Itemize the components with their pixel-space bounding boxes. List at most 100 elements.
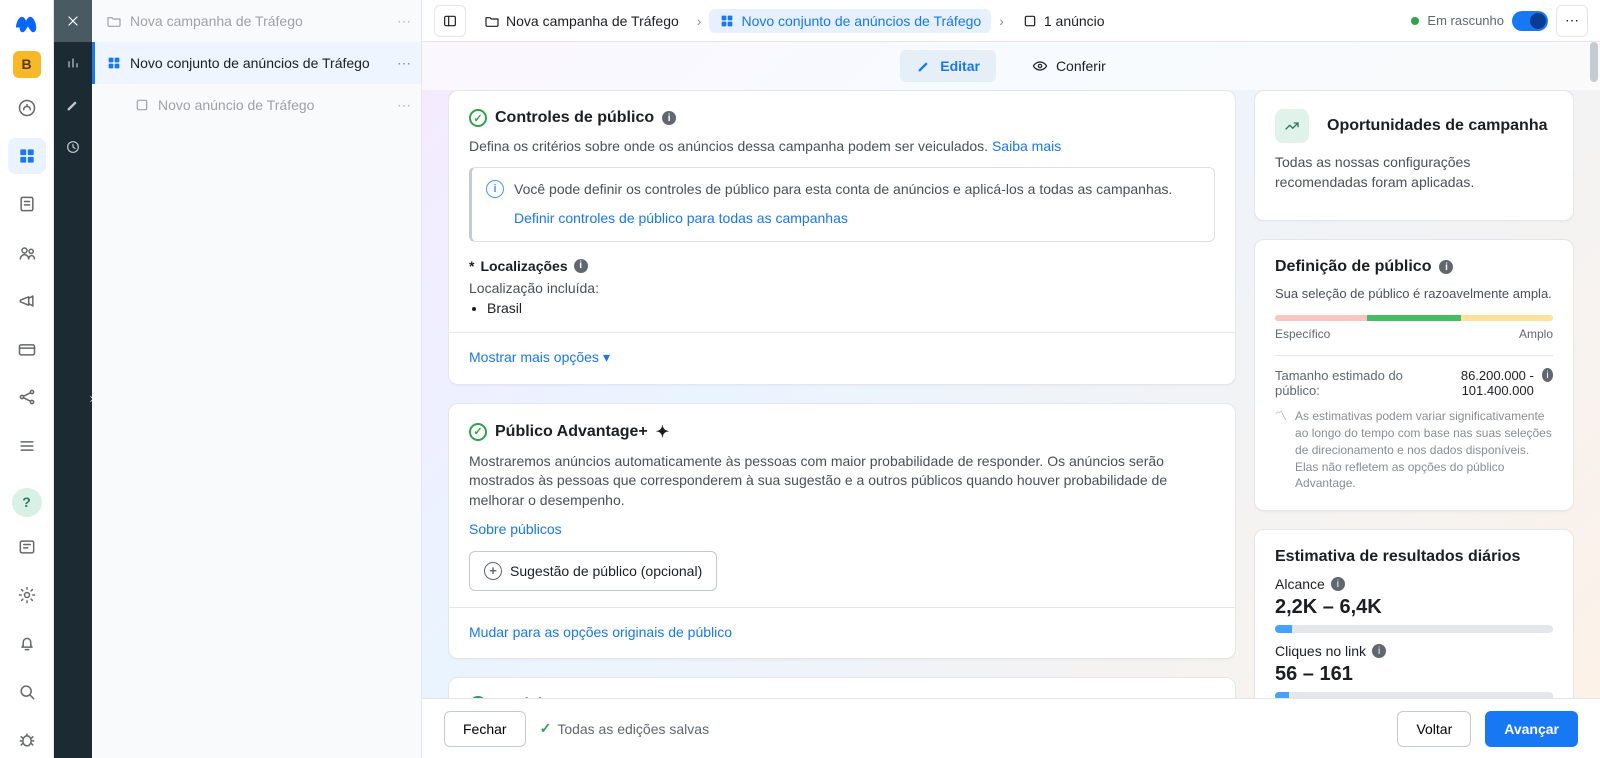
pencil-icon — [916, 58, 932, 74]
reach-label: Alcance — [1275, 576, 1325, 592]
info-icon[interactable]: i — [1439, 260, 1453, 274]
next-button[interactable]: Avançar — [1485, 711, 1578, 747]
nav-menu-icon[interactable] — [8, 428, 46, 464]
nav-news-icon[interactable] — [8, 529, 46, 565]
location-value: Brasil — [487, 300, 1215, 316]
help-icon[interactable]: ? — [12, 488, 42, 517]
card-daily-results: Estimativa de resultados diários Alcance… — [1254, 529, 1574, 719]
more-icon[interactable]: ⋯ — [397, 55, 411, 72]
breadcrumb-ads-label: 1 anúncio — [1044, 13, 1105, 29]
learn-more-link[interactable]: Saiba mais — [992, 138, 1061, 154]
audience-callout: i Você pode definir os controles de públ… — [469, 167, 1215, 242]
more-icon[interactable]: ⋯ — [397, 97, 411, 114]
opportunities-title: Oportunidades de campanha — [1327, 117, 1547, 135]
definition-disclaimer: As estimativas podem variar significativ… — [1295, 408, 1553, 492]
more-button[interactable]: ⋯ — [1556, 5, 1588, 37]
left-column: Controles de público i Defina os critéri… — [448, 90, 1236, 758]
scrollbar-thumb[interactable] — [1590, 42, 1598, 82]
account-badge[interactable]: B — [13, 51, 41, 78]
ad-icon — [134, 97, 150, 113]
nav-bell-icon[interactable] — [8, 625, 46, 661]
required-asterisk: * — [469, 258, 474, 274]
size-value: 86.200.000 - 101.400.000 — [1415, 368, 1534, 398]
top-bar: Nova campanha de Tráfego › Novo conjunto… — [422, 0, 1600, 42]
audience-controls-title: Controles de público — [495, 109, 654, 127]
scrollbar-track[interactable] — [1588, 42, 1600, 698]
chevron-right-icon: › — [999, 13, 1004, 29]
saved-indicator: ✓ Todas as edições salvas — [540, 720, 710, 737]
content-columns: Controles de público i Defina os critéri… — [422, 90, 1600, 758]
toggle-panel-button[interactable] — [434, 5, 466, 37]
ad-icon — [1022, 13, 1038, 29]
breadcrumb-ads[interactable]: 1 anúncio — [1012, 9, 1115, 33]
info-icon[interactable]: i — [1542, 368, 1553, 382]
info-icon[interactable]: i — [1372, 644, 1386, 658]
breadcrumb-adset-label: Novo conjunto de anúncios de Tráfego — [741, 13, 981, 29]
nav-gauge-icon[interactable] — [8, 90, 46, 126]
nav-doc-icon[interactable] — [8, 186, 46, 222]
tab-bar: Editar Conferir — [422, 42, 1600, 90]
pencil-icon[interactable] — [54, 84, 92, 126]
folder-icon — [106, 13, 122, 29]
plus-circle-icon: + — [484, 562, 502, 580]
nav-search-icon[interactable] — [8, 673, 46, 709]
more-icon[interactable]: ⋯ — [397, 13, 411, 30]
tree-ad-row[interactable]: Novo anúncio de Tráfego ⋯ — [92, 84, 421, 126]
audience-range-bar — [1275, 315, 1553, 321]
tree-adset-label: Novo conjunto de anúncios de Tráfego — [130, 55, 389, 71]
nav-grid-icon[interactable] — [8, 138, 46, 174]
range-broad-label: Amplo — [1519, 327, 1553, 341]
check-icon: ✓ — [540, 720, 552, 737]
tree-adset-row[interactable]: Novo conjunto de anúncios de Tráfego ⋯ — [92, 42, 421, 84]
breadcrumb-campaign[interactable]: Nova campanha de Tráfego — [474, 9, 689, 33]
bars-icon[interactable] — [54, 42, 92, 84]
tab-edit[interactable]: Editar — [900, 50, 996, 82]
tree-campaign-label: Nova campanha de Tráfego — [130, 13, 389, 29]
tab-review[interactable]: Conferir — [1016, 50, 1122, 82]
clock-icon[interactable] — [54, 126, 92, 168]
draft-toggle[interactable] — [1512, 11, 1548, 31]
tab-review-label: Conferir — [1056, 58, 1106, 74]
trend-icon — [1275, 109, 1309, 143]
nav-share-icon[interactable] — [8, 379, 46, 415]
nav-audience-icon[interactable] — [8, 234, 46, 270]
saved-label: Todas as edições salvas — [557, 721, 709, 737]
nav-settings-icon[interactable] — [8, 577, 46, 613]
right-column: Oportunidades de campanha Todas as nossa… — [1254, 90, 1574, 758]
nav-megaphone-icon[interactable] — [8, 283, 46, 319]
audience-controls-desc: Defina os critérios sobre onde os anúnci… — [469, 138, 988, 154]
switch-original-link[interactable]: Mudar para as opções originais de públic… — [469, 624, 732, 640]
range-specific-label: Específico — [1275, 327, 1330, 341]
footer-bar: Fechar ✓ Todas as edições salvas Voltar … — [422, 698, 1600, 758]
breadcrumb-campaign-label: Nova campanha de Tráfego — [506, 13, 679, 29]
tree-campaign-row[interactable]: Nova campanha de Tráfego ⋯ — [92, 0, 421, 42]
audience-suggestion-button[interactable]: + Sugestão de público (opcional) — [469, 551, 717, 591]
advantage-desc: Mostraremos anúncios automaticamente às … — [469, 452, 1215, 511]
clicks-label: Cliques no link — [1275, 643, 1366, 659]
tree-ad-label: Novo anúncio de Tráfego — [158, 97, 389, 113]
global-nav-rail: B ? — [0, 0, 54, 758]
breadcrumb-adset[interactable]: Novo conjunto de anúncios de Tráfego — [709, 9, 991, 33]
status-label: Em rascunho — [1427, 13, 1504, 28]
nav-billing-icon[interactable] — [8, 331, 46, 367]
location-included-label: Localização incluída: — [469, 280, 1215, 296]
about-audiences-link[interactable]: Sobre públicos — [469, 521, 562, 537]
editor-tool-column — [54, 0, 92, 758]
back-button[interactable]: Voltar — [1397, 711, 1471, 747]
nav-bug-icon[interactable] — [8, 722, 46, 758]
size-label: Tamanho estimado do público: — [1275, 368, 1415, 398]
define-controls-link[interactable]: Definir controles de público para todas … — [514, 209, 1200, 229]
show-more-options-link[interactable]: Mostrar mais opções ▾ — [469, 349, 1215, 366]
locations-label: Localizações — [480, 258, 567, 274]
audience-callout-text: Você pode definir os controles de públic… — [514, 181, 1172, 197]
sparkle-icon: ✦ — [656, 422, 669, 442]
info-icon[interactable]: i — [1331, 577, 1345, 591]
info-icon[interactable]: i — [574, 259, 588, 273]
chevron-down-icon: ▾ — [603, 349, 610, 366]
close-icon[interactable] — [54, 0, 92, 42]
card-advantage-audience: Público Advantage+ ✦ Mostraremos anúncio… — [448, 403, 1236, 659]
status-dot-icon — [1411, 17, 1419, 25]
adset-icon — [719, 13, 735, 29]
info-icon[interactable]: i — [662, 111, 676, 125]
close-button[interactable]: Fechar — [444, 711, 526, 747]
